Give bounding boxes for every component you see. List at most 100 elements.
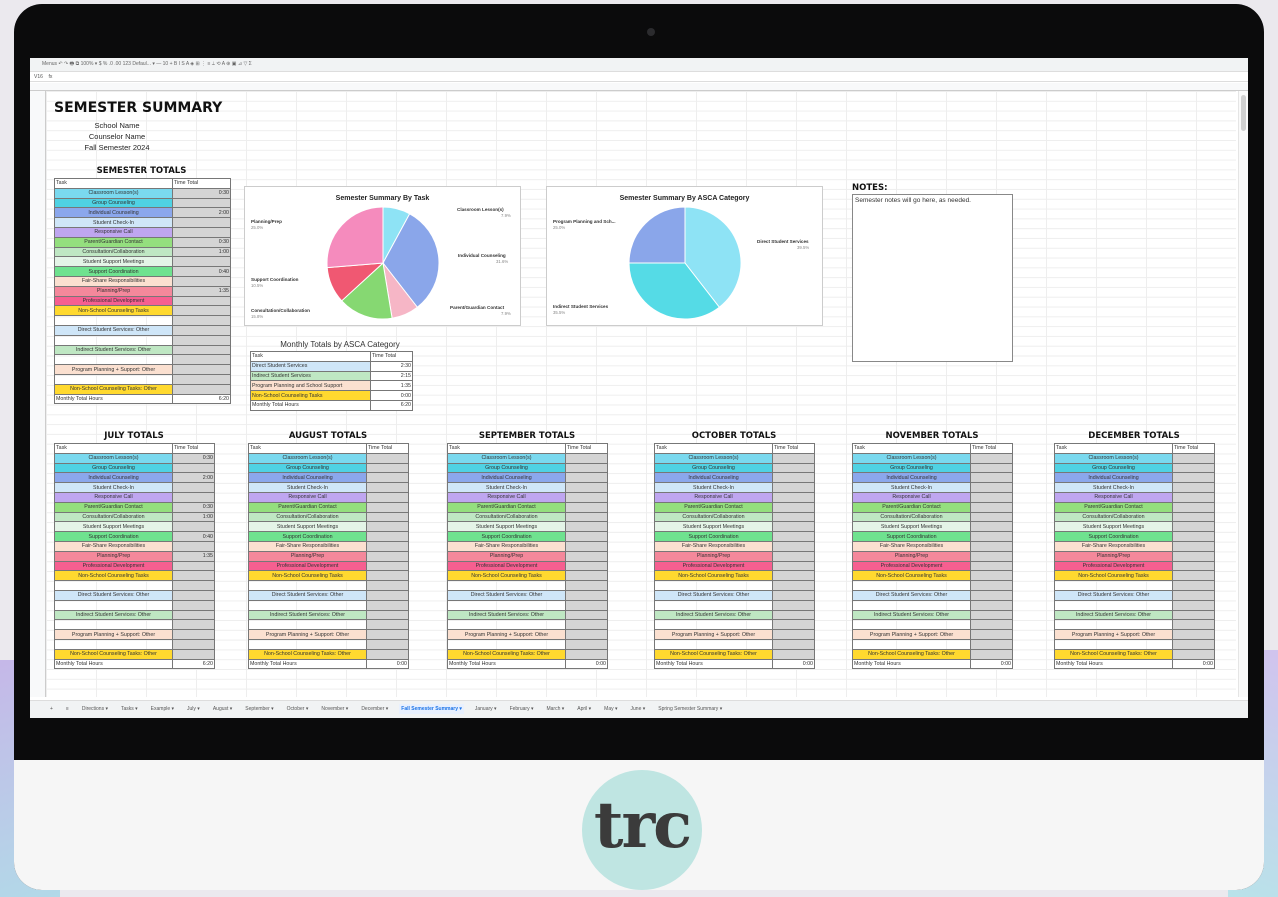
- time-value[interactable]: [565, 511, 608, 523]
- sheet-tab[interactable]: Fall Semester Summary ▾: [399, 704, 464, 714]
- time-value[interactable]: [772, 570, 815, 582]
- table-row[interactable]: Direct Student Services: Other: [54, 589, 215, 601]
- table-row[interactable]: Non-School Counseling Tasks 0:00: [250, 390, 413, 401]
- table-row[interactable]: Support Coordination 0:40: [54, 266, 231, 277]
- task-chart[interactable]: Semester Summary By Task Classroom Lesso…: [244, 186, 521, 326]
- toolbar[interactable]: Menus ↶ ↷ 🖶 ⧉ 100% ▾ $ % .0 .00 123 Defa…: [30, 58, 1248, 72]
- time-value[interactable]: [1172, 609, 1215, 621]
- time-value[interactable]: [772, 472, 815, 484]
- table-row[interactable]: Professional Development: [54, 295, 231, 307]
- time-value[interactable]: [172, 197, 231, 209]
- time-value[interactable]: [1172, 491, 1215, 503]
- time-value[interactable]: [772, 540, 815, 552]
- time-value[interactable]: [366, 452, 409, 464]
- time-value[interactable]: 1:00: [172, 511, 215, 523]
- table-row[interactable]: Fair-Share Responsibilities: [54, 540, 215, 552]
- table-row[interactable]: Student Check-In: [54, 482, 215, 493]
- table-row[interactable]: Direct Student Services 2:30: [250, 360, 413, 372]
- time-value[interactable]: 0:30: [172, 236, 231, 248]
- time-value[interactable]: [772, 550, 815, 562]
- time-value[interactable]: 1:00: [172, 246, 231, 258]
- table-row[interactable]: Fair-Share Responsibilities: [654, 540, 815, 552]
- table-row[interactable]: Individual Counseling 2:00: [54, 207, 231, 219]
- time-value[interactable]: [1172, 501, 1215, 513]
- table-row[interactable]: Student Support Meetings: [1054, 521, 1215, 533]
- time-value[interactable]: [366, 540, 409, 552]
- time-value[interactable]: [1172, 629, 1215, 640]
- table-row[interactable]: Indirect Student Services: Other: [54, 609, 215, 621]
- time-value[interactable]: [565, 570, 608, 582]
- table-row[interactable]: Individual Counseling: [1054, 472, 1215, 484]
- sheet-tab[interactable]: Spring Semester Summary ▾: [656, 704, 724, 714]
- table-row[interactable]: Direct Student Services: Other: [54, 324, 231, 336]
- time-value[interactable]: [1172, 550, 1215, 562]
- table-row[interactable]: Group Counseling: [54, 197, 231, 209]
- time-value[interactable]: [565, 482, 608, 493]
- time-value[interactable]: [772, 629, 815, 640]
- table-row[interactable]: Planning/Prep: [1054, 550, 1215, 562]
- table-row[interactable]: Program Planning and School Support 1:35: [250, 380, 413, 392]
- table-row[interactable]: Fair-Share Responsibilities: [248, 540, 409, 552]
- table-row[interactable]: Non-School Counseling Tasks: Other: [1054, 648, 1215, 660]
- column-headers[interactable]: [30, 83, 1248, 91]
- table-row[interactable]: Program Planning + Support: Other: [54, 364, 231, 375]
- time-value[interactable]: [1172, 648, 1215, 660]
- table-row[interactable]: Program Planning + Support: Other: [54, 629, 215, 640]
- table-row[interactable]: Classroom Lesson(s) 0:30: [54, 187, 231, 199]
- time-value[interactable]: [172, 305, 231, 317]
- time-value[interactable]: [565, 491, 608, 503]
- table-row[interactable]: Group Counseling: [852, 462, 1013, 474]
- time-value[interactable]: [1172, 452, 1215, 464]
- sheet-tab[interactable]: October ▾: [285, 704, 311, 714]
- table-row[interactable]: Program Planning + Support: Other: [447, 629, 608, 640]
- table-row[interactable]: Parent/Guardian Contact 0:30: [54, 501, 215, 513]
- table-row[interactable]: Fair-Share Responsibilities: [447, 540, 608, 552]
- time-value[interactable]: [565, 531, 608, 542]
- table-row[interactable]: Direct Student Services: Other: [654, 589, 815, 601]
- sheet-tab[interactable]: June ▾: [629, 704, 648, 714]
- table-row[interactable]: Program Planning + Support: Other: [1054, 629, 1215, 640]
- time-value[interactable]: [366, 570, 409, 582]
- all-sheets-menu-icon[interactable]: ≡: [64, 704, 71, 714]
- sheet-tab[interactable]: February ▾: [508, 704, 536, 714]
- table-row[interactable]: Indirect Student Services: Other: [248, 609, 409, 621]
- time-value[interactable]: [366, 511, 409, 523]
- time-value[interactable]: [172, 570, 215, 582]
- time-value[interactable]: 1:35: [172, 285, 231, 297]
- time-value[interactable]: 0:30: [172, 501, 215, 513]
- table-row[interactable]: Non-School Counseling Tasks: Other: [852, 648, 1013, 660]
- time-value[interactable]: [772, 589, 815, 601]
- time-value[interactable]: [1172, 540, 1215, 552]
- table-row[interactable]: Consultation/Collaboration: [1054, 511, 1215, 523]
- table-row[interactable]: Classroom Lesson(s): [447, 452, 608, 464]
- table-row[interactable]: Responsive Call: [852, 491, 1013, 503]
- time-value[interactable]: [1172, 462, 1215, 474]
- table-row[interactable]: Consultation/Collaboration: [852, 511, 1013, 523]
- table-row[interactable]: Individual Counseling: [852, 472, 1013, 484]
- table-row[interactable]: Fair-Share Responsibilities: [54, 275, 231, 287]
- table-row[interactable]: Individual Counseling: [654, 472, 815, 484]
- time-value[interactable]: [366, 472, 409, 484]
- table-row[interactable]: Parent/Guardian Contact: [1054, 501, 1215, 513]
- table-row[interactable]: Indirect Student Services: Other: [447, 609, 608, 621]
- sheet-tab[interactable]: September ▾: [243, 704, 275, 714]
- table-row[interactable]: Responsive Call: [654, 491, 815, 503]
- time-value[interactable]: [970, 629, 1013, 640]
- time-value[interactable]: 1:35: [172, 550, 215, 562]
- time-value[interactable]: 0:30: [172, 187, 231, 199]
- table-row[interactable]: Student Check-In: [447, 482, 608, 493]
- table-row[interactable]: Student Support Meetings: [654, 521, 815, 533]
- sheet-tab[interactable]: April ▾: [575, 704, 593, 714]
- time-value[interactable]: [970, 560, 1013, 572]
- notes-box[interactable]: Semester notes will go here, as needed.: [852, 194, 1013, 362]
- time-value[interactable]: [172, 491, 215, 503]
- table-row[interactable]: Non-School Counseling Tasks: Other: [54, 648, 215, 660]
- time-value[interactable]: [366, 531, 409, 542]
- table-row[interactable]: Student Check-In: [654, 482, 815, 493]
- time-value[interactable]: [970, 540, 1013, 552]
- table-row[interactable]: Planning/Prep: [852, 550, 1013, 562]
- time-value[interactable]: [772, 648, 815, 660]
- time-value[interactable]: [366, 462, 409, 474]
- time-value[interactable]: [172, 217, 231, 228]
- sheet-tab[interactable]: January ▾: [473, 704, 499, 714]
